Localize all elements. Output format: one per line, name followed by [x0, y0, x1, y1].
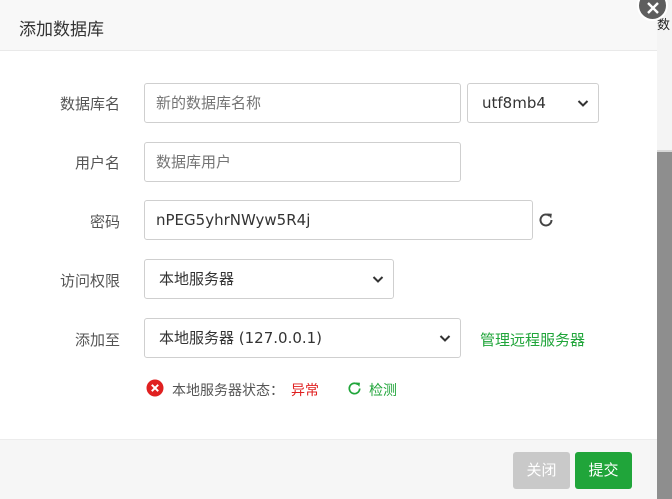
- password-input[interactable]: nPEG5yhrNWyw5R4j: [144, 200, 533, 240]
- charset-select[interactable]: utf8mb4: [467, 83, 599, 123]
- close-button[interactable]: 关闭: [513, 452, 570, 489]
- chevron-down-icon: [439, 335, 451, 342]
- dialog-footer: 关闭 提交: [0, 439, 657, 499]
- add-to-select[interactable]: 本地服务器 (127.0.0.1): [144, 318, 461, 358]
- manage-remote-servers-link[interactable]: 管理远程服务器: [480, 329, 585, 350]
- error-icon: [146, 379, 164, 397]
- db-name-label: 数据库名: [59, 95, 120, 113]
- server-status-value: 异常: [291, 383, 319, 399]
- username-label: 用户名: [74, 154, 120, 172]
- refresh-icon[interactable]: [346, 380, 363, 397]
- charset-selected-value: utf8mb4: [482, 94, 546, 112]
- close-icon: [647, 2, 659, 14]
- password-label: 密码: [89, 213, 120, 231]
- check-status-link[interactable]: 检测: [369, 380, 397, 400]
- submit-button[interactable]: 提交: [575, 452, 632, 489]
- access-label: 访问权限: [59, 272, 120, 290]
- dialog-title: 添加数据库: [19, 20, 104, 40]
- chevron-down-icon: [372, 276, 384, 283]
- background-page: 数: [657, 0, 672, 499]
- access-selected-value: 本地服务器: [159, 270, 235, 288]
- add-to-label: 添加至: [74, 331, 120, 349]
- username-input[interactable]: [144, 142, 461, 182]
- server-status-label: 本地服务器状态：: [172, 383, 284, 399]
- add-database-dialog: 添加数据库 数据库名 utf8mb4 用户名 密码 nPEG5yhrNWyw5R…: [0, 0, 657, 499]
- refresh-icon[interactable]: [537, 211, 555, 229]
- db-name-input[interactable]: [144, 83, 461, 123]
- dialog-header: 添加数据库: [0, 0, 657, 51]
- add-to-selected-value: 本地服务器 (127.0.0.1): [159, 329, 323, 347]
- chevron-down-icon: [577, 100, 589, 107]
- access-select[interactable]: 本地服务器: [144, 259, 394, 299]
